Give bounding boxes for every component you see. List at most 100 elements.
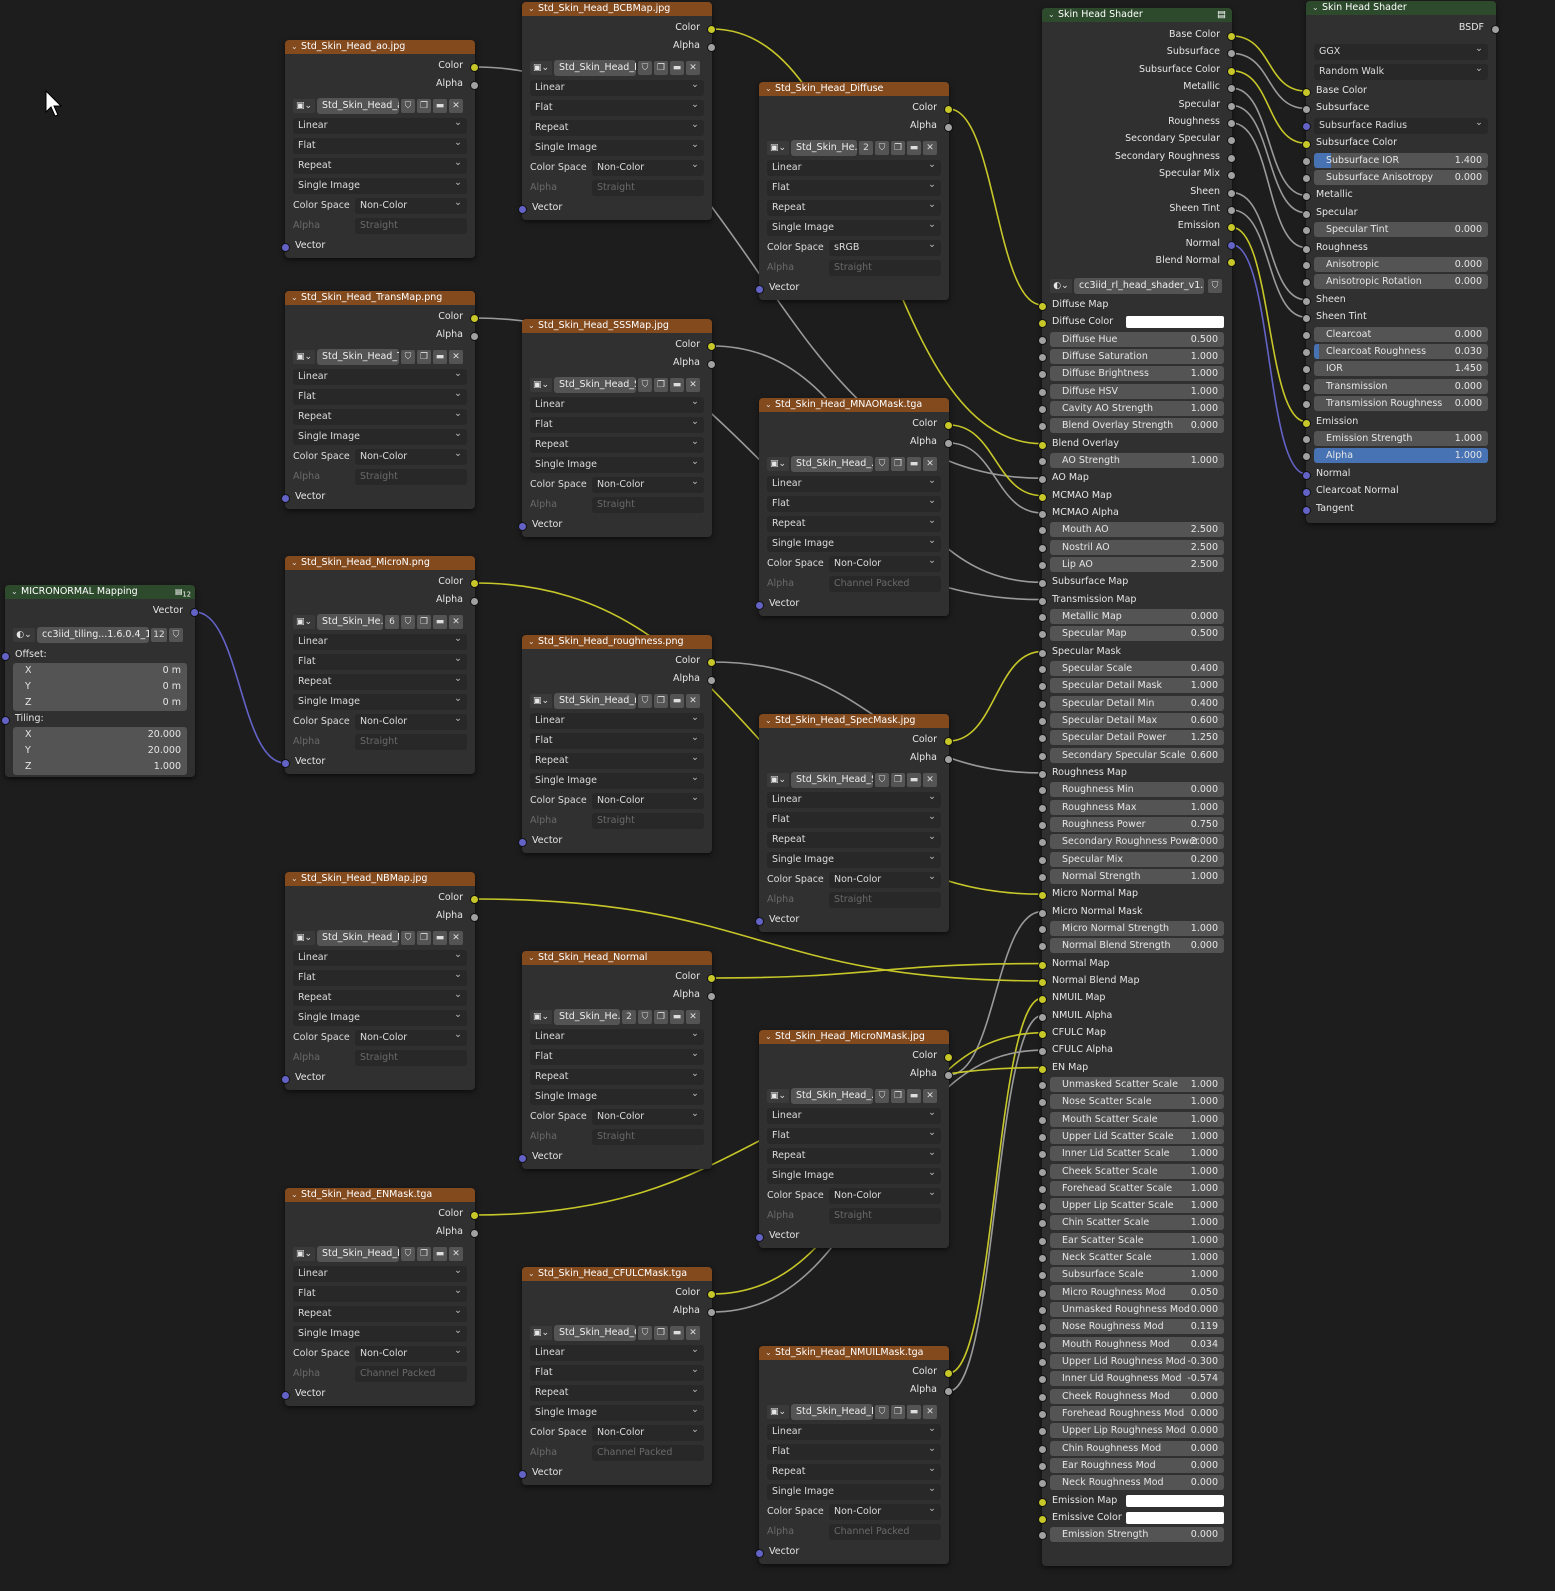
collapse-icon[interactable]: ⌄: [528, 1267, 538, 1281]
collapse-icon[interactable]: ⌄: [765, 398, 775, 412]
image-selector[interactable]: ▣⌄Std_Skin_Head_N...⛉❐▬✕: [293, 930, 467, 946]
socket-input[interactable]: [1038, 1427, 1047, 1437]
node-tree-icon[interactable]: ◐⌄: [1050, 279, 1072, 293]
socket-input[interactable]: [1038, 1410, 1047, 1420]
projection-dropdown[interactable]: Flat: [767, 177, 941, 196]
collapse-icon[interactable]: ⌄: [765, 1030, 775, 1044]
socket-t0a[interactable]: [470, 81, 479, 90]
socket-gi27[interactable]: [1038, 769, 1047, 779]
image-browse-icon[interactable]: ▣⌄: [767, 457, 789, 471]
mapping-node[interactable]: ⌄ MICRONORMAL Mapping ▤12 Vector ◐⌄ cc3iid_ti…: [1, 585, 199, 777]
duplicate-icon[interactable]: ❐: [891, 457, 905, 471]
collapse-icon[interactable]: ⌄: [765, 82, 775, 96]
tiling-z-field[interactable]: Z 1.000: [13, 759, 187, 775]
socket-input[interactable]: [1038, 1150, 1047, 1160]
input-field[interactable]: Nose Roughness Mod 0.119: [1038, 1319, 1224, 1335]
socket-input[interactable]: [1038, 404, 1047, 414]
user-count[interactable]: 6: [385, 615, 399, 629]
image-selector[interactable]: ▣⌄ Std_Skin_He... 2 ⛉ ❐ ▬ ✕: [530, 1009, 704, 1025]
duplicate-icon[interactable]: ❐: [417, 350, 431, 364]
input-field[interactable]: Specular Detail Max 0.600: [1038, 712, 1224, 728]
input-field[interactable]: Unmasked Scatter Scale 1.000: [1038, 1076, 1224, 1092]
socket-bi23[interactable]: [1302, 488, 1311, 498]
duplicate-icon[interactable]: ❐: [654, 378, 668, 392]
duplicate-icon[interactable]: ❐: [417, 615, 431, 629]
socket-gi41[interactable]: [1038, 1012, 1047, 1022]
open-folder-icon[interactable]: ▬: [670, 694, 684, 708]
socket-go9[interactable]: [1227, 188, 1236, 198]
socket-input[interactable]: [1038, 1236, 1047, 1246]
socket-t6a[interactable]: [707, 360, 716, 369]
input-field[interactable]: Mouth AO 2.500: [1038, 522, 1224, 538]
socket-input[interactable]: [1038, 734, 1047, 744]
socket-go1[interactable]: [1227, 49, 1236, 59]
unlink-icon[interactable]: ✕: [923, 141, 937, 155]
interpolation-dropdown[interactable]: Linear: [530, 1026, 704, 1045]
socket-t2v[interactable]: [281, 759, 290, 768]
open-folder-icon[interactable]: ▬: [670, 1326, 684, 1340]
fake-user-icon[interactable]: ⛉: [638, 1010, 652, 1024]
color-space-dropdown[interactable]: Non-Color: [592, 157, 704, 176]
open-folder-icon[interactable]: ▬: [433, 615, 447, 629]
source-dropdown[interactable]: Single Image: [767, 849, 941, 868]
socket-t7c[interactable]: [707, 658, 716, 667]
interpolation-dropdown[interactable]: Linear: [767, 157, 941, 176]
duplicate-icon[interactable]: ❐: [654, 1010, 668, 1024]
input-field[interactable]: Forehead Scatter Scale 1.000: [1038, 1180, 1224, 1196]
source-dropdown[interactable]: Single Image: [530, 1086, 704, 1105]
socket-gi12[interactable]: [1038, 509, 1047, 519]
socket-t8c[interactable]: [707, 974, 716, 983]
input-field[interactable]: Roughness Max 1.000: [1038, 799, 1224, 815]
socket-input[interactable]: [1038, 1271, 1047, 1281]
socket-t9a[interactable]: [707, 1308, 716, 1317]
unlink-icon[interactable]: ✕: [449, 615, 463, 629]
input-field[interactable]: Nostril AO 2.500: [1038, 539, 1224, 555]
input-field[interactable]: AO Strength 1.000: [1038, 452, 1224, 468]
image-texture-node[interactable]: ⌄ Std_Skin_Head_TransMap.png Color Alpha ▣⌄ S…: [281, 291, 479, 509]
unlink-icon[interactable]: ✕: [449, 1247, 463, 1261]
socket-t5c[interactable]: [707, 25, 716, 34]
image-browse-icon[interactable]: ▣⌄: [530, 1010, 552, 1024]
extension-dropdown[interactable]: Repeat: [293, 671, 467, 690]
interpolation-dropdown[interactable]: Linear: [293, 1263, 467, 1282]
image-name-field[interactable]: Std_Skin_Head_N...: [317, 930, 399, 946]
alpha-mode-dropdown[interactable]: Straight: [592, 180, 704, 196]
collapse-icon[interactable]: ⌄: [291, 1188, 301, 1202]
alpha-mode-dropdown[interactable]: Channel Packed: [592, 1445, 704, 1461]
socket-input[interactable]: [1038, 1323, 1047, 1333]
fake-user-icon[interactable]: ⛉: [401, 615, 415, 629]
socket-input[interactable]: [1038, 1462, 1047, 1472]
socket-go2[interactable]: [1227, 66, 1236, 76]
alpha-mode-dropdown[interactable]: Straight: [592, 1129, 704, 1145]
image-texture-node[interactable]: ⌄ Std_Skin_Head_NBMap.jpg Color Alpha ▣⌄ Std_…: [281, 872, 479, 1090]
input-field[interactable]: Neck Scatter Scale 1.000: [1038, 1250, 1224, 1266]
node-header[interactable]: ⌄ Std_Skin_Head_roughness.png: [522, 635, 712, 649]
input-field[interactable]: Specular Detail Mask 1.000: [1038, 678, 1224, 694]
tiling-y-field[interactable]: Y 20.000: [13, 743, 187, 759]
interpolation-dropdown[interactable]: Linear: [530, 1342, 704, 1361]
node-group-selector[interactable]: ◐⌄cc3iid_tiling...1.6.0.4_109512⛉: [13, 627, 187, 643]
socket-input[interactable]: [1038, 370, 1047, 380]
socket-input[interactable]: [1038, 456, 1047, 466]
duplicate-icon[interactable]: ❐: [891, 1405, 905, 1419]
input-field[interactable]: Neck Roughness Mod 0.000: [1038, 1475, 1224, 1491]
image-browse-icon[interactable]: ▣⌄: [293, 615, 315, 629]
socket-input[interactable]: [1038, 1115, 1047, 1125]
projection-dropdown[interactable]: Flat: [530, 97, 704, 116]
socket-input[interactable]: [1038, 1375, 1047, 1385]
socket-t4v[interactable]: [281, 1391, 290, 1400]
socket-t1a[interactable]: [470, 332, 479, 341]
input-field[interactable]: Transmission Roughness 0.000: [1302, 396, 1488, 412]
input-field[interactable]: Roughness Min 0.000: [1038, 782, 1224, 798]
node-header[interactable]: ⌄ Std_Skin_Head_SpecMask.jpg: [759, 714, 949, 728]
socket-mapv[interactable]: [190, 608, 199, 617]
socket-t0c[interactable]: [470, 63, 479, 72]
unlink-icon[interactable]: ✕: [686, 694, 700, 708]
collapse-icon[interactable]: ⌄: [528, 635, 538, 649]
collapse-icon[interactable]: ⌄: [11, 585, 21, 599]
image-browse-icon[interactable]: ▣⌄: [767, 1089, 789, 1103]
collapse-icon[interactable]: ⌄: [291, 556, 301, 570]
color-space-dropdown[interactable]: Non-Color: [355, 711, 467, 730]
image-name-field[interactable]: Std_Skin_He...: [317, 614, 383, 630]
collapse-icon[interactable]: ⌄: [1048, 8, 1058, 22]
